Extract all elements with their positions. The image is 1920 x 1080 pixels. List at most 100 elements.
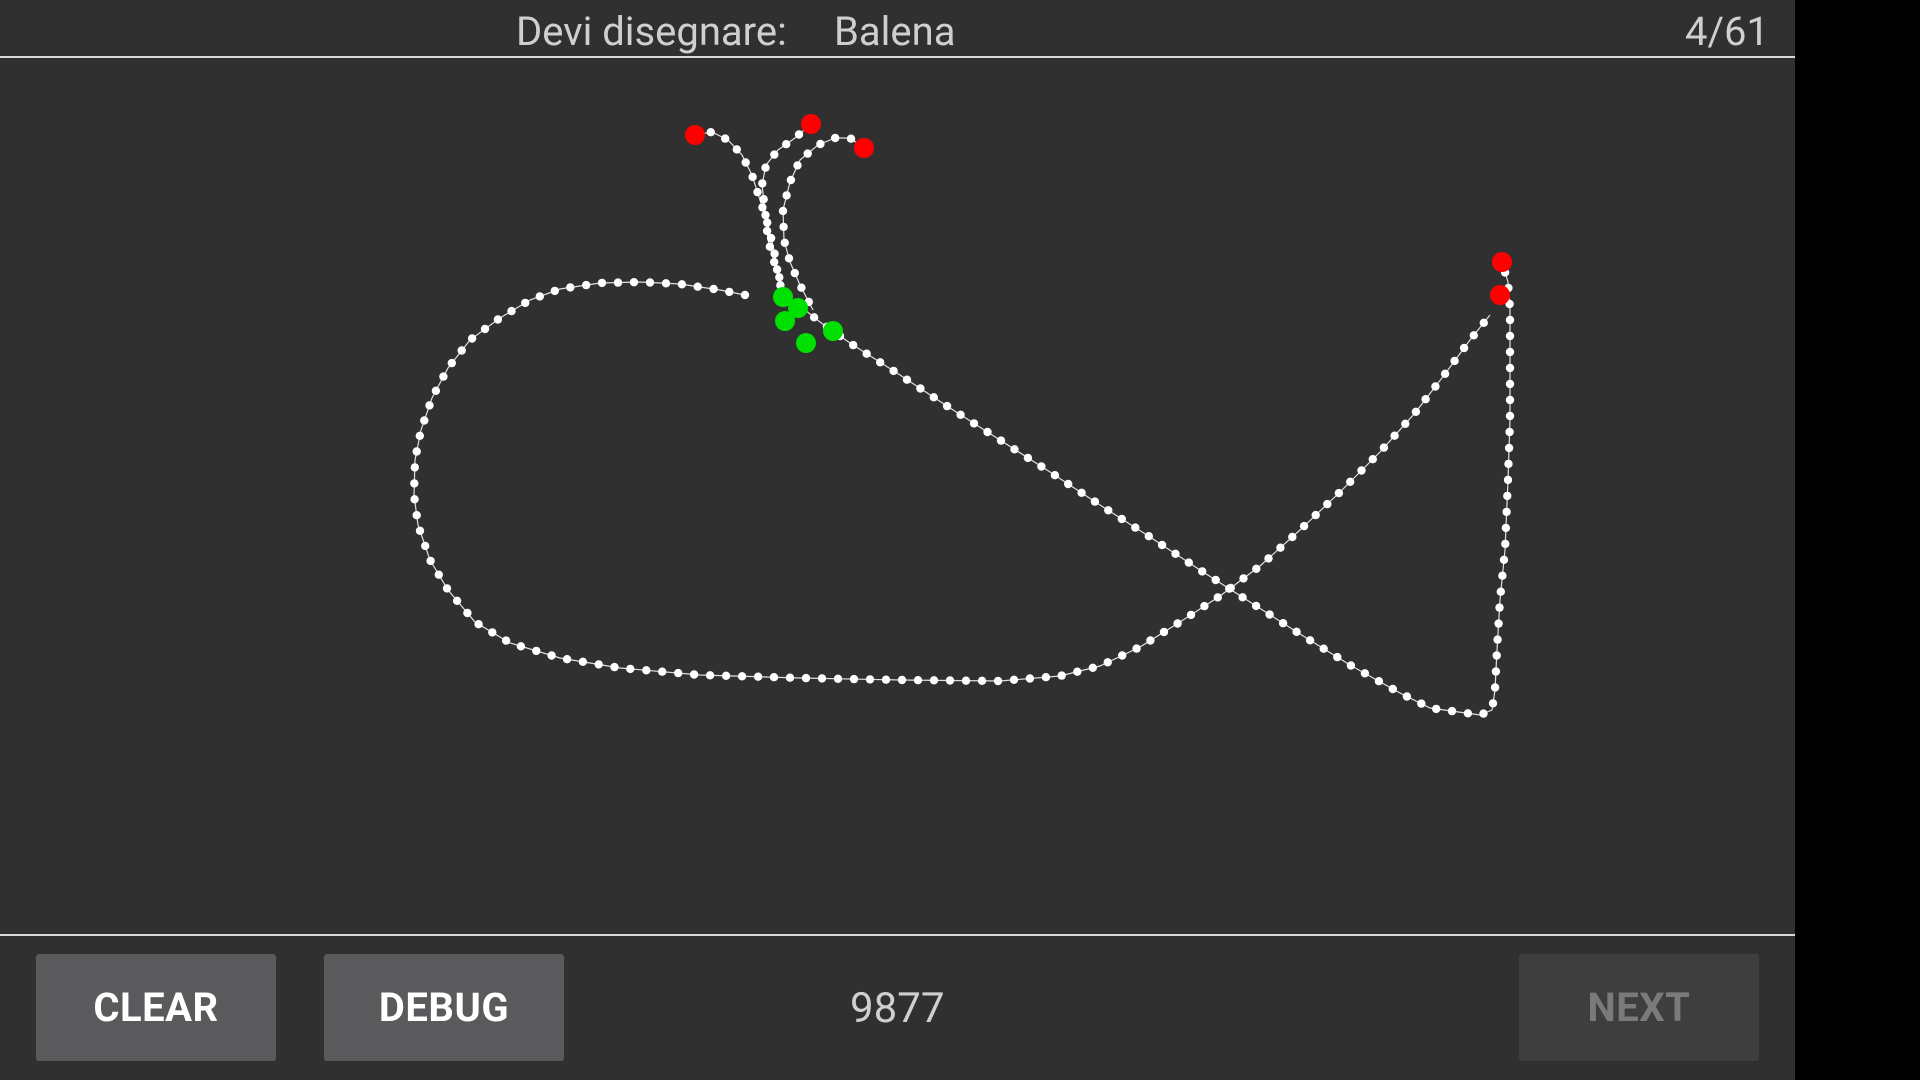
- stroke-point: [1200, 601, 1209, 611]
- stroke-point: [1505, 411, 1515, 421]
- stroke-point: [410, 495, 419, 504]
- stroke-point: [761, 210, 770, 220]
- clear-button[interactable]: CLEAR: [36, 954, 276, 1061]
- stroke-point: [1159, 627, 1169, 637]
- stroke-point: [1050, 471, 1060, 480]
- screen-edge: [1795, 0, 1920, 1080]
- stroke-point: [889, 366, 898, 376]
- stroke-point: [770, 150, 779, 159]
- stroke-point: [881, 675, 891, 684]
- stroke-point: [1157, 540, 1167, 550]
- stroke-point: [415, 526, 425, 535]
- stroke-point: [1117, 514, 1127, 524]
- stroke-point: [1132, 644, 1141, 653]
- stroke-point: [1299, 521, 1309, 531]
- stroke-point: [410, 479, 419, 488]
- stroke-point: [1496, 587, 1506, 596]
- stroke-point: [501, 636, 511, 645]
- stroke-point: [809, 313, 819, 322]
- stroke-point: [1173, 619, 1182, 628]
- stroke-point: [929, 393, 938, 402]
- stroke-point: [740, 290, 750, 300]
- stroke-point: [1390, 431, 1399, 440]
- drawing-canvas[interactable]: [0, 58, 1795, 934]
- stroke-point: [645, 278, 655, 287]
- stroke-point: [1323, 499, 1332, 509]
- stroke-point: [1077, 488, 1086, 497]
- stroke-point: [1490, 683, 1500, 692]
- stroke-point: [945, 676, 955, 685]
- stroke-point: [862, 349, 871, 358]
- stroke-point: [629, 278, 639, 287]
- drawing-app: Devi disegnare: Balena 4/61 CLEAR DEBUG …: [0, 0, 1795, 1080]
- stroke-point: [467, 334, 477, 343]
- stroke-point: [763, 218, 772, 227]
- stroke-point: [661, 279, 671, 288]
- stroke-point: [1459, 343, 1469, 353]
- stroke-point: [1479, 318, 1489, 327]
- stroke-point: [1505, 427, 1514, 437]
- stroke-point: [817, 674, 827, 683]
- stroke-point: [421, 541, 430, 551]
- stroke-point: [706, 128, 715, 137]
- stroke-point: [1073, 667, 1082, 676]
- stroke-point: [439, 372, 448, 381]
- stroke-point: [801, 673, 811, 683]
- stroke-point: [778, 206, 788, 216]
- stroke-point: [784, 254, 794, 263]
- stroke-point: [1501, 523, 1511, 533]
- next-button[interactable]: NEXT: [1519, 954, 1759, 1061]
- footer-divider: [0, 934, 1795, 936]
- stroke-point: [550, 286, 559, 296]
- stroke-point: [594, 660, 603, 669]
- stroke-point: [1493, 635, 1502, 644]
- stroke-line-3: [413, 281, 1491, 682]
- stroke-point: [956, 410, 965, 419]
- stroke-point: [741, 158, 750, 167]
- endpoint-marker: [854, 138, 874, 158]
- stroke-point: [983, 427, 992, 437]
- stroke-point: [1226, 583, 1235, 593]
- stroke-point: [753, 187, 762, 197]
- stroke-point: [1025, 674, 1035, 683]
- stroke-point: [1104, 506, 1113, 515]
- stroke-point: [1417, 699, 1426, 708]
- stroke-point: [642, 666, 651, 675]
- stroke-point: [1431, 382, 1440, 391]
- stroke-point: [1495, 603, 1504, 612]
- stroke-lines: [413, 123, 1511, 716]
- stroke-point: [1357, 466, 1366, 475]
- stroke-point: [758, 179, 767, 188]
- stroke-point: [493, 315, 503, 324]
- stroke-point: [1333, 652, 1342, 662]
- stroke-point: [532, 646, 541, 656]
- stroke-point: [1023, 453, 1033, 463]
- stroke-point: [737, 672, 747, 681]
- intersection-marker: [796, 333, 816, 353]
- stroke-point: [1450, 356, 1459, 366]
- stroke-point: [1360, 669, 1370, 678]
- stroke-point: [1319, 644, 1328, 653]
- stroke-point: [1278, 619, 1288, 628]
- stroke-point: [1252, 564, 1261, 573]
- prompt-word: Balena: [834, 8, 956, 55]
- stroke-point: [758, 203, 767, 212]
- stroke-point: [1103, 658, 1112, 667]
- stroke-point: [761, 163, 770, 172]
- stroke-point: [1088, 663, 1098, 672]
- endpoint-marker: [801, 114, 821, 134]
- stroke-point: [1505, 331, 1515, 341]
- stroke-point: [1432, 704, 1441, 714]
- stroke-point: [1305, 636, 1315, 645]
- stroke-point: [1502, 507, 1511, 517]
- stroke-point: [969, 419, 979, 428]
- stroke-point: [1491, 667, 1501, 676]
- stroke-point: [562, 655, 572, 664]
- stroke-point: [769, 673, 779, 682]
- stroke-point: [961, 676, 971, 685]
- stroke-point: [1504, 443, 1514, 453]
- stroke-point: [610, 662, 619, 672]
- debug-button[interactable]: DEBUG: [324, 954, 564, 1061]
- stroke-point: [765, 242, 775, 251]
- stroke-point: [480, 324, 490, 334]
